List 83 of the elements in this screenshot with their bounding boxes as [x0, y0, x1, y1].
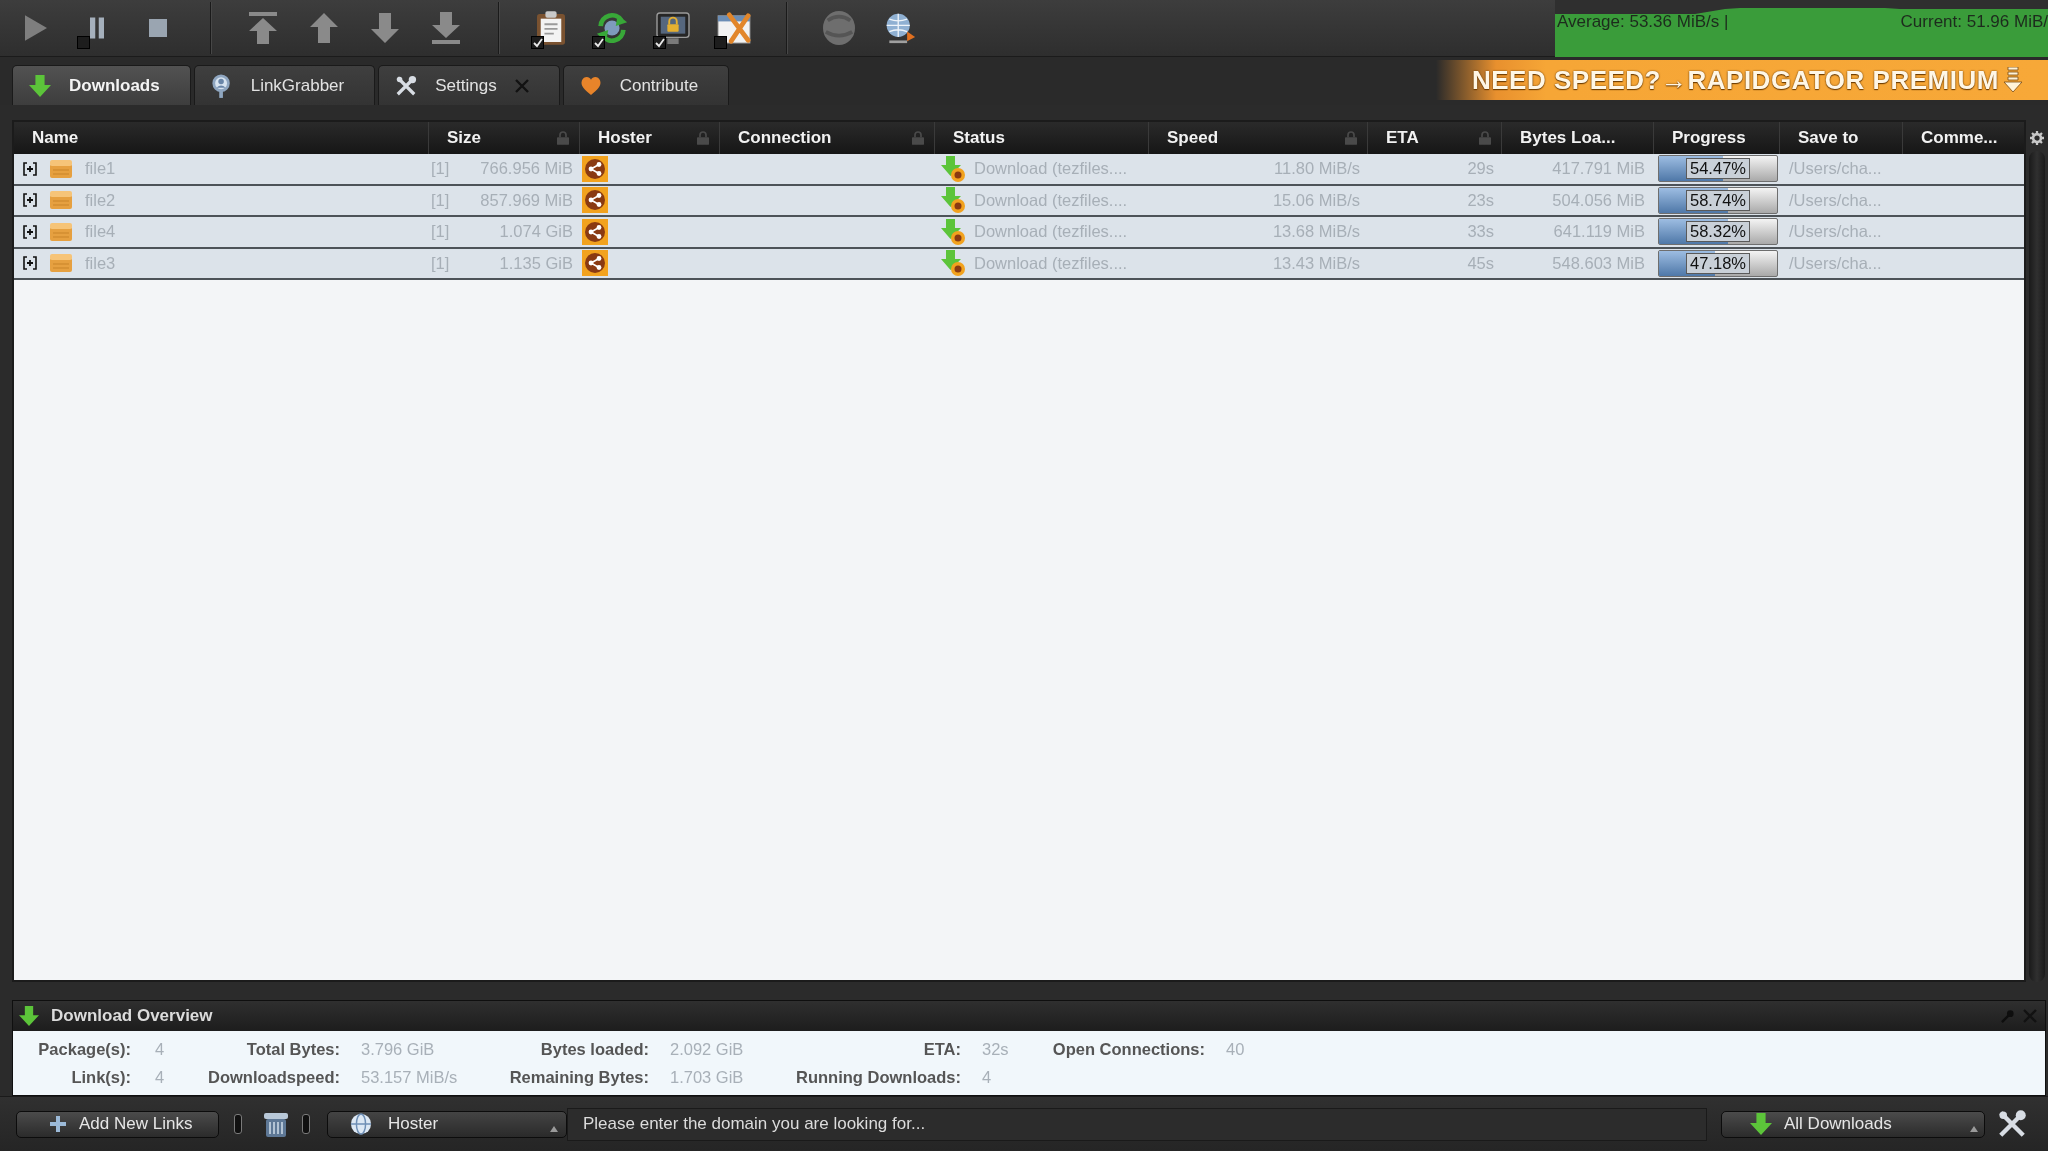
checkbox[interactable]: [653, 36, 666, 49]
progress-label: 58.74%: [1686, 189, 1750, 211]
settings-icon[interactable]: [2030, 131, 2044, 145]
checkbox[interactable]: [714, 36, 727, 49]
package-icon: [50, 222, 72, 241]
progress-label: 54.47%: [1686, 158, 1750, 180]
stat-label: Downloadspeed:: [208, 1066, 340, 1088]
package-icon: [50, 191, 72, 210]
expand-icon[interactable]: [23, 224, 37, 239]
stat-value: 4: [155, 1038, 165, 1060]
pause-icon[interactable]: [90, 17, 104, 39]
globe-icon[interactable]: [884, 12, 916, 44]
menu-handle[interactable]: [234, 1114, 242, 1134]
share-icon: [582, 250, 608, 277]
heart-icon: [579, 75, 602, 96]
expand-icon[interactable]: [23, 193, 37, 208]
checkbox[interactable]: [77, 36, 90, 49]
download-arrow-icon: [29, 74, 51, 97]
expand-icon[interactable]: [23, 161, 37, 176]
stat-label: Bytes loaded:: [540, 1038, 649, 1060]
stat-value: 4: [982, 1066, 992, 1088]
arrow-up-icon[interactable]: [310, 13, 338, 43]
stat-label: Running Downloads:: [796, 1066, 961, 1088]
bin-icon[interactable]: [264, 1111, 288, 1137]
expand-icon[interactable]: [23, 256, 37, 271]
clipboard-icon[interactable]: [537, 11, 565, 45]
search-field[interactable]: Please enter the domain you are looking for...: [567, 1107, 1707, 1141]
panel-title: Download Overview: [51, 1005, 213, 1028]
share-icon: [582, 218, 608, 245]
caret-icon: [1970, 1125, 1978, 1132]
arrow-down-icon[interactable]: [371, 13, 399, 43]
progress-label: 58.32%: [1686, 221, 1750, 243]
stat-label: ETA:: [923, 1038, 961, 1060]
stat-value: 32s: [982, 1038, 1009, 1060]
stat-value: 2.092 GiB: [670, 1038, 744, 1060]
globe-icon: [350, 1113, 372, 1135]
checkbox[interactable]: [531, 36, 544, 49]
stat-label: Open Connections:: [1052, 1038, 1205, 1060]
download-arrow-icon: [19, 1006, 39, 1026]
tab[interactable]: LinkGrabber: [193, 65, 376, 105]
progress-label: 47.18%: [1686, 252, 1750, 274]
caret-icon: [550, 1125, 558, 1132]
tab[interactable]: Settings: [378, 65, 560, 105]
tab[interactable]: Downloads: [12, 65, 191, 105]
share-icon: [582, 187, 608, 214]
download-arrow-icon: [941, 155, 965, 182]
stat-label: Remaining Bytes:: [509, 1066, 649, 1088]
play-icon[interactable]: [25, 15, 47, 41]
tools-icon[interactable]: [1996, 1109, 2028, 1139]
monitor-lock-icon[interactable]: [656, 12, 690, 44]
sphere-icon[interactable]: [823, 11, 855, 45]
plus-icon: [50, 1116, 66, 1132]
window-cross-icon[interactable]: [717, 12, 751, 44]
stat-value: 4: [155, 1066, 165, 1088]
average-speed: Average: 53.36 MiB/s |: [1557, 12, 1729, 32]
stat-value: 3.796 GiB: [361, 1038, 435, 1060]
download-arrow-icon: [941, 250, 965, 277]
filter-dropdown[interactable]: Hoster: [327, 1110, 567, 1138]
stat-value: 53.157 MiB/s: [361, 1066, 458, 1088]
tools-icon: [395, 74, 418, 97]
package-icon: [50, 159, 72, 178]
add-links-button[interactable]: Add New Links: [16, 1110, 219, 1138]
column-header[interactable]: Name: [14, 122, 428, 154]
share-icon: [582, 155, 608, 182]
stat-label: Link(s):: [71, 1066, 131, 1088]
magnifier-icon: [210, 73, 233, 98]
stat-label: Total Bytes:: [246, 1038, 340, 1060]
tab[interactable]: Contribute: [562, 65, 730, 105]
stat-label: Package(s):: [38, 1038, 131, 1060]
stat-value: 40: [1226, 1038, 1245, 1060]
download-arrow-icon: [941, 218, 965, 245]
stat-value: 1.703 GiB: [670, 1066, 744, 1088]
arrow-down-to-bar-icon[interactable]: [432, 12, 460, 44]
checkbox[interactable]: [592, 36, 605, 49]
package-icon: [50, 254, 72, 273]
download-arrow-icon: [941, 187, 965, 214]
view-dropdown[interactable]: All Downloads: [1721, 1110, 1985, 1138]
current-speed: Current: 51.96 MiB/: [1900, 12, 2048, 32]
circular-arrows-icon[interactable]: [595, 11, 629, 45]
menu-handle[interactable]: [302, 1114, 310, 1134]
arrow-up-to-bar-icon[interactable]: [249, 12, 277, 44]
download-arrow-icon: [1750, 1113, 1772, 1135]
download-icon: [2002, 67, 2023, 93]
